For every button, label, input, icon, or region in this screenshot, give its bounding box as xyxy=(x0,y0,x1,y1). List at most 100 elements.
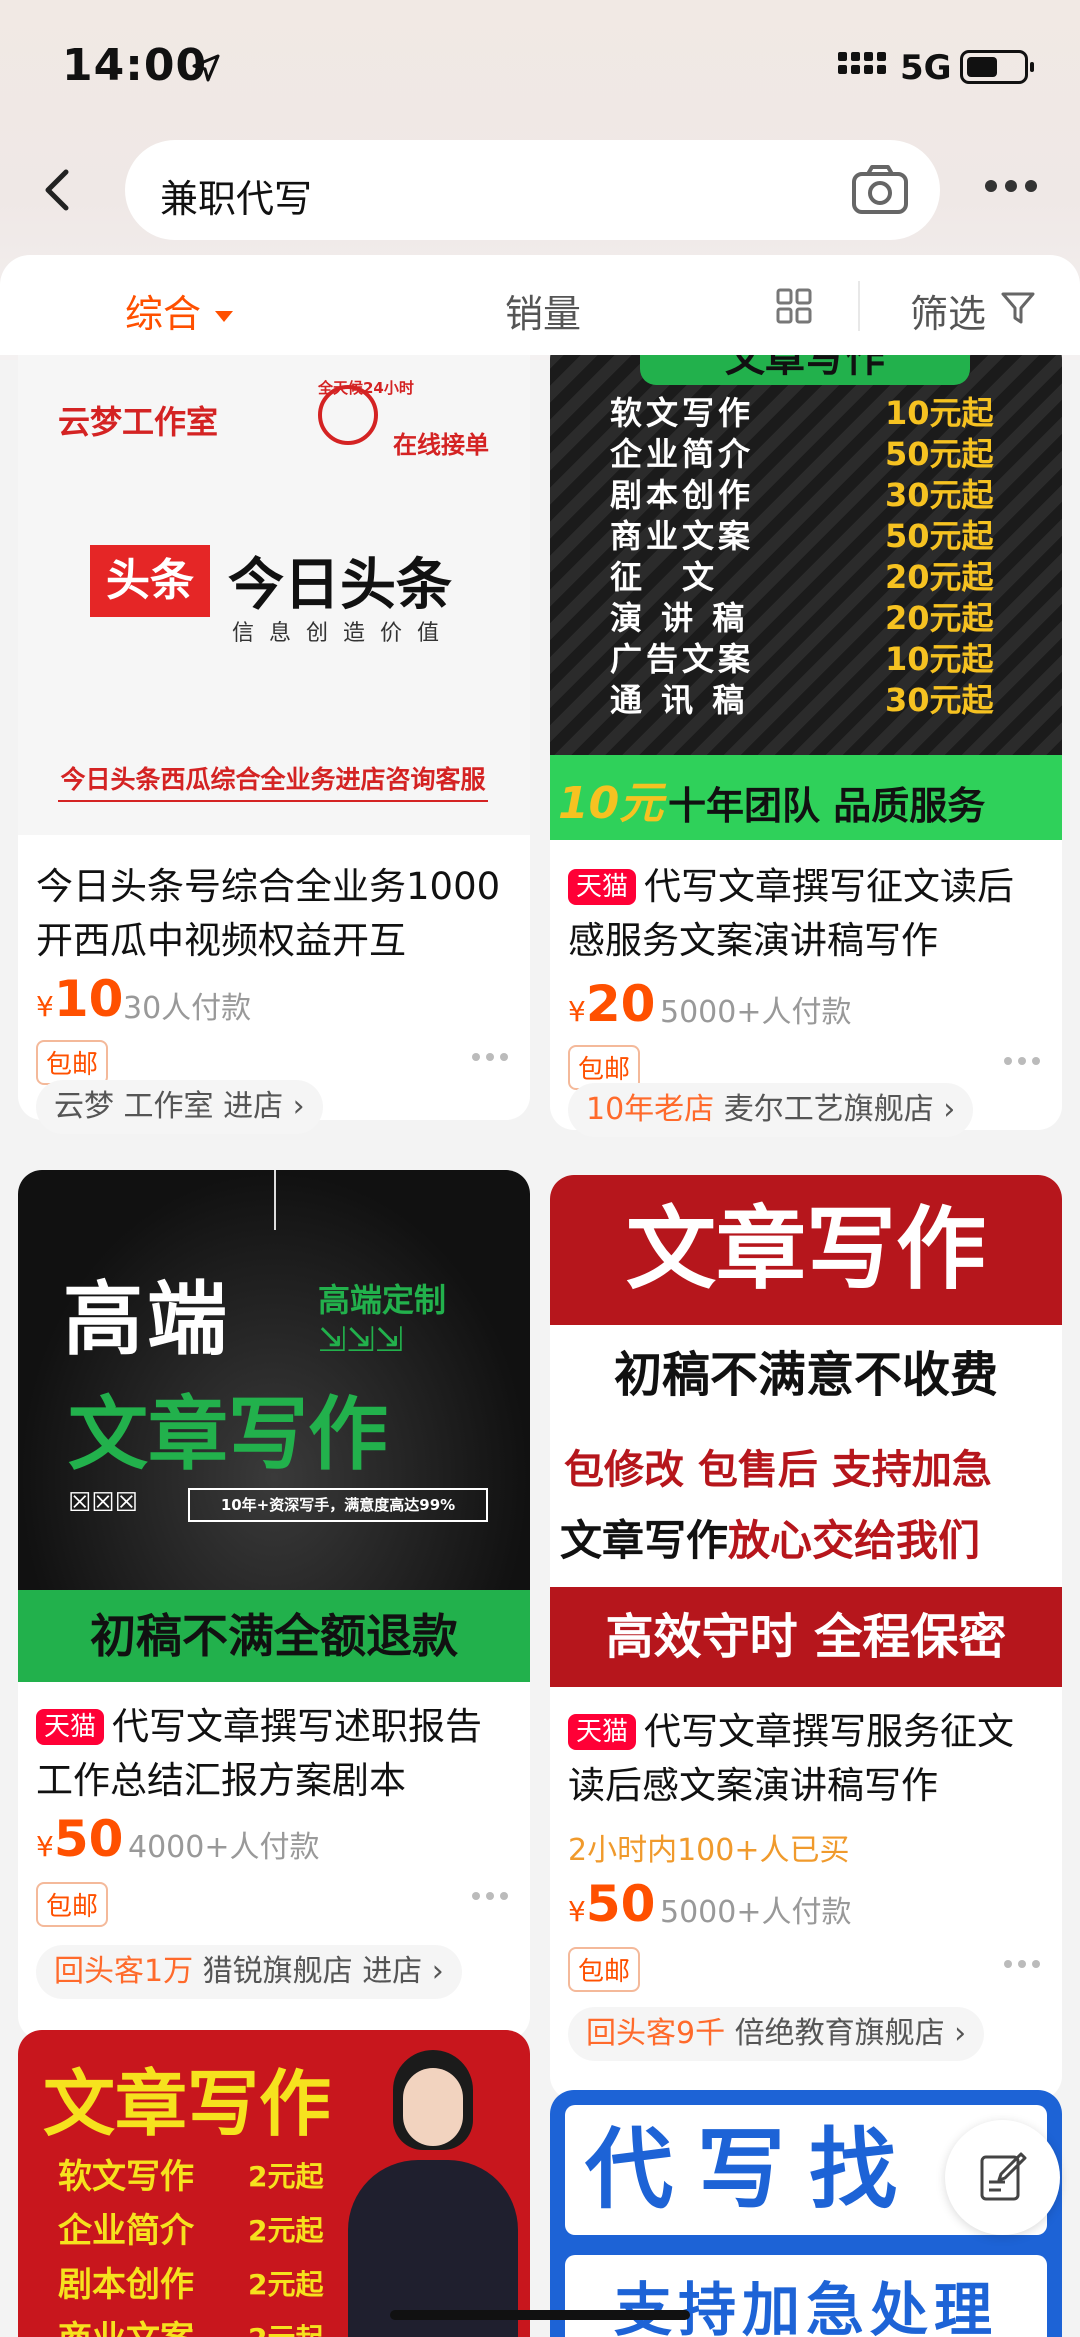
image-text: 2元起 xyxy=(248,2214,324,2247)
tab-overall[interactable]: 综合 xyxy=(125,283,234,338)
tab-overall-label: 综合 xyxy=(125,292,202,336)
image-text: 今日头条 xyxy=(228,553,452,618)
camera-icon[interactable] xyxy=(850,162,910,218)
image-text: 云梦工作室 xyxy=(58,403,219,441)
image-text: 高端定制 xyxy=(318,1281,447,1319)
product-card[interactable]: 云梦工作室 全天候24小时 在线接单 头条 今日头条 信 息 创 造 价 值 今… xyxy=(18,355,530,1120)
image-text: 软文写作 xyxy=(58,2157,194,2197)
image-text: 广告文案 xyxy=(610,640,755,678)
sort-tabs: 综合 销量 筛选 xyxy=(0,255,1080,355)
back-arrow-icon[interactable] xyxy=(30,160,90,220)
paid-count: 5000+人付款 xyxy=(660,995,852,1030)
image-text: 商业文案 xyxy=(58,2312,194,2337)
image-text: 信 息 创 造 价 值 xyxy=(232,621,443,646)
tab-sales[interactable]: 销量 xyxy=(505,283,581,338)
product-price: ¥50 xyxy=(36,1810,124,1868)
product-image[interactable]: 高端 高端定制 ⇲⇲⇲ 文章写作 ☒☒☒ 10年+资深写手，满意度高达99% 初… xyxy=(18,1170,530,1682)
paid-count: 30人付款 xyxy=(123,991,252,1026)
enter-shop-label: 进店 › xyxy=(362,1954,444,1989)
image-text: 剧本创作 xyxy=(58,2265,194,2305)
image-text: 十年团队 品质服务 xyxy=(668,784,986,828)
grid-view-icon[interactable] xyxy=(775,287,813,325)
caret-down-icon xyxy=(215,311,234,322)
image-text: 文章写作 xyxy=(560,1516,729,1565)
shop-link[interactable]: 云梦 工作室 进店 › xyxy=(36,1080,323,1134)
person-image xyxy=(348,2050,518,2337)
image-text: 支持加急处理 xyxy=(565,2255,1047,2337)
signal-icon xyxy=(838,52,886,74)
image-text: 高端 xyxy=(63,1273,231,1366)
home-indicator xyxy=(390,2310,690,2320)
shop-link[interactable]: 10年老店 麦尔工艺旗舰店 › xyxy=(568,1083,974,1137)
tmall-badge: 天猫 xyxy=(568,1714,637,1750)
search-query[interactable]: 兼职代写 xyxy=(160,168,312,223)
product-card[interactable]: 文章写作 软文写作 企业简介 剧本创作 商业文案 征 文 演 讲 稿 广告文案 … xyxy=(550,355,1062,1130)
shop-tag: 回头客1万 xyxy=(54,1954,194,1989)
image-text: 文章写作 xyxy=(640,355,970,385)
tab-divider xyxy=(858,281,860,331)
price-list: 2元起 2元起 2元起 2元起 xyxy=(248,2150,323,2337)
tab-filter-label: 筛选 xyxy=(910,292,987,336)
image-text: 征 文 xyxy=(610,558,719,596)
more-icon[interactable] xyxy=(985,180,1037,192)
image-banner: 10元 十年团队 品质服务 xyxy=(550,755,1062,840)
image-text: 50元起 xyxy=(885,435,994,473)
filter-icon[interactable] xyxy=(1000,290,1036,326)
more-options-icon[interactable] xyxy=(472,1053,508,1061)
tab-sales-label: 销量 xyxy=(505,292,582,336)
shop-link[interactable]: 回头客1万 猎锐旗舰店 进店 › xyxy=(36,1945,462,1999)
battery-icon xyxy=(960,50,1034,84)
image-text: 文章写作 xyxy=(43,2062,332,2146)
image-text: 通 讯 稿 xyxy=(610,681,749,719)
product-card[interactable]: 高端 高端定制 ⇲⇲⇲ 文章写作 ☒☒☒ 10年+资深写手，满意度高达99% 初… xyxy=(18,1170,530,2040)
price-list: 10元起 50元起 30元起 50元起 20元起 20元起 10元起 30元起 xyxy=(885,393,994,721)
product-title[interactable]: 天猫 代写文章撰写服务征文读后感文案演讲稿写作 xyxy=(568,1705,1048,1813)
image-text: 全天候24小时 xyxy=(318,379,414,397)
product-title[interactable]: 天猫 代写文章撰写征文读后感服务文案演讲稿写作 xyxy=(568,860,1048,968)
image-text: 10元起 xyxy=(885,640,994,678)
image-text: 企业简介 xyxy=(610,435,755,473)
product-title[interactable]: 天猫 代写文章撰写述职报告工作总结汇报方案剧本 xyxy=(36,1700,516,1808)
network-label: 5G xyxy=(900,48,952,88)
paid-count: 4000+人付款 xyxy=(128,1830,320,1865)
product-image[interactable]: 文章写作 软文写作 企业简介 剧本创作 商业文案 2元起 2元起 2元起 2元起 xyxy=(18,2030,530,2337)
product-image[interactable]: 文章写作 初稿不满意不收费 包修改 包售后 支持加急 文章写作放心交给我们 高效… xyxy=(550,1175,1062,1687)
product-price: ¥50 xyxy=(568,1875,656,1933)
tab-filter[interactable]: 筛选 xyxy=(910,283,986,338)
image-text: 10年+资深写手，满意度高达99% xyxy=(188,1488,488,1522)
image-text: 2元起 xyxy=(248,2312,323,2337)
image-text: 2元起 xyxy=(248,2160,324,2193)
image-text: 演 讲 稿 xyxy=(610,599,749,637)
shop-name: 倍绝教育旗舰店 › xyxy=(734,2016,967,2051)
feedback-button[interactable] xyxy=(945,2120,1060,2235)
shop-link[interactable]: 回头客9千 倍绝教育旗舰店 › xyxy=(568,2007,985,2061)
image-text: 剧本创作 xyxy=(610,476,755,514)
light-beam xyxy=(274,1170,276,1230)
price-value: 50 xyxy=(585,1875,656,1933)
search-bar[interactable]: 兼职代写 xyxy=(125,140,940,240)
price-value: 20 xyxy=(585,975,656,1033)
service-list: 软文写作 企业简介 剧本创作 商业文案 征 文 演 讲 稿 广告文案 通 讯 稿 xyxy=(610,393,754,721)
divider-line xyxy=(58,800,488,802)
image-line: 文章写作放心交给我们 xyxy=(560,1507,980,1568)
product-title-text: 今日头条号综合全业务1000开西瓜中视频权益开互 xyxy=(36,865,501,962)
price-value: 50 xyxy=(53,1810,124,1868)
image-text: 头条 xyxy=(90,545,210,617)
product-image[interactable]: 云梦工作室 全天候24小时 在线接单 头条 今日头条 信 息 创 造 价 值 今… xyxy=(18,355,530,835)
more-options-icon[interactable] xyxy=(1004,1057,1040,1065)
free-shipping-badge: 包邮 xyxy=(36,1882,109,1927)
more-options-icon[interactable] xyxy=(1004,1960,1040,1968)
product-title[interactable]: 今日头条号综合全业务1000开西瓜中视频权益开互 xyxy=(36,860,516,968)
tmall-badge: 天猫 xyxy=(568,869,637,905)
price-value: 10 xyxy=(53,970,124,1028)
product-feed[interactable]: 云梦工作室 全天候24小时 在线接单 头条 今日头条 信 息 创 造 价 值 今… xyxy=(0,355,1080,2337)
enter-shop-label: 进店 › xyxy=(223,1089,305,1124)
product-card[interactable]: 文章写作 软文写作 企业简介 剧本创作 商业文案 2元起 2元起 2元起 2元起 xyxy=(18,2030,530,2337)
product-card[interactable]: 文章写作 初稿不满意不收费 包修改 包售后 支持加急 文章写作放心交给我们 高效… xyxy=(550,1175,1062,2100)
image-text: 在线接单 xyxy=(393,431,489,459)
tmall-badge: 天猫 xyxy=(36,1709,105,1745)
image-text: 10元 xyxy=(558,778,664,829)
product-image[interactable]: 文章写作 软文写作 企业简介 剧本创作 商业文案 征 文 演 讲 稿 广告文案 … xyxy=(550,355,1062,840)
more-options-icon[interactable] xyxy=(472,1892,508,1900)
shop-name: 云梦 工作室 xyxy=(54,1089,214,1124)
